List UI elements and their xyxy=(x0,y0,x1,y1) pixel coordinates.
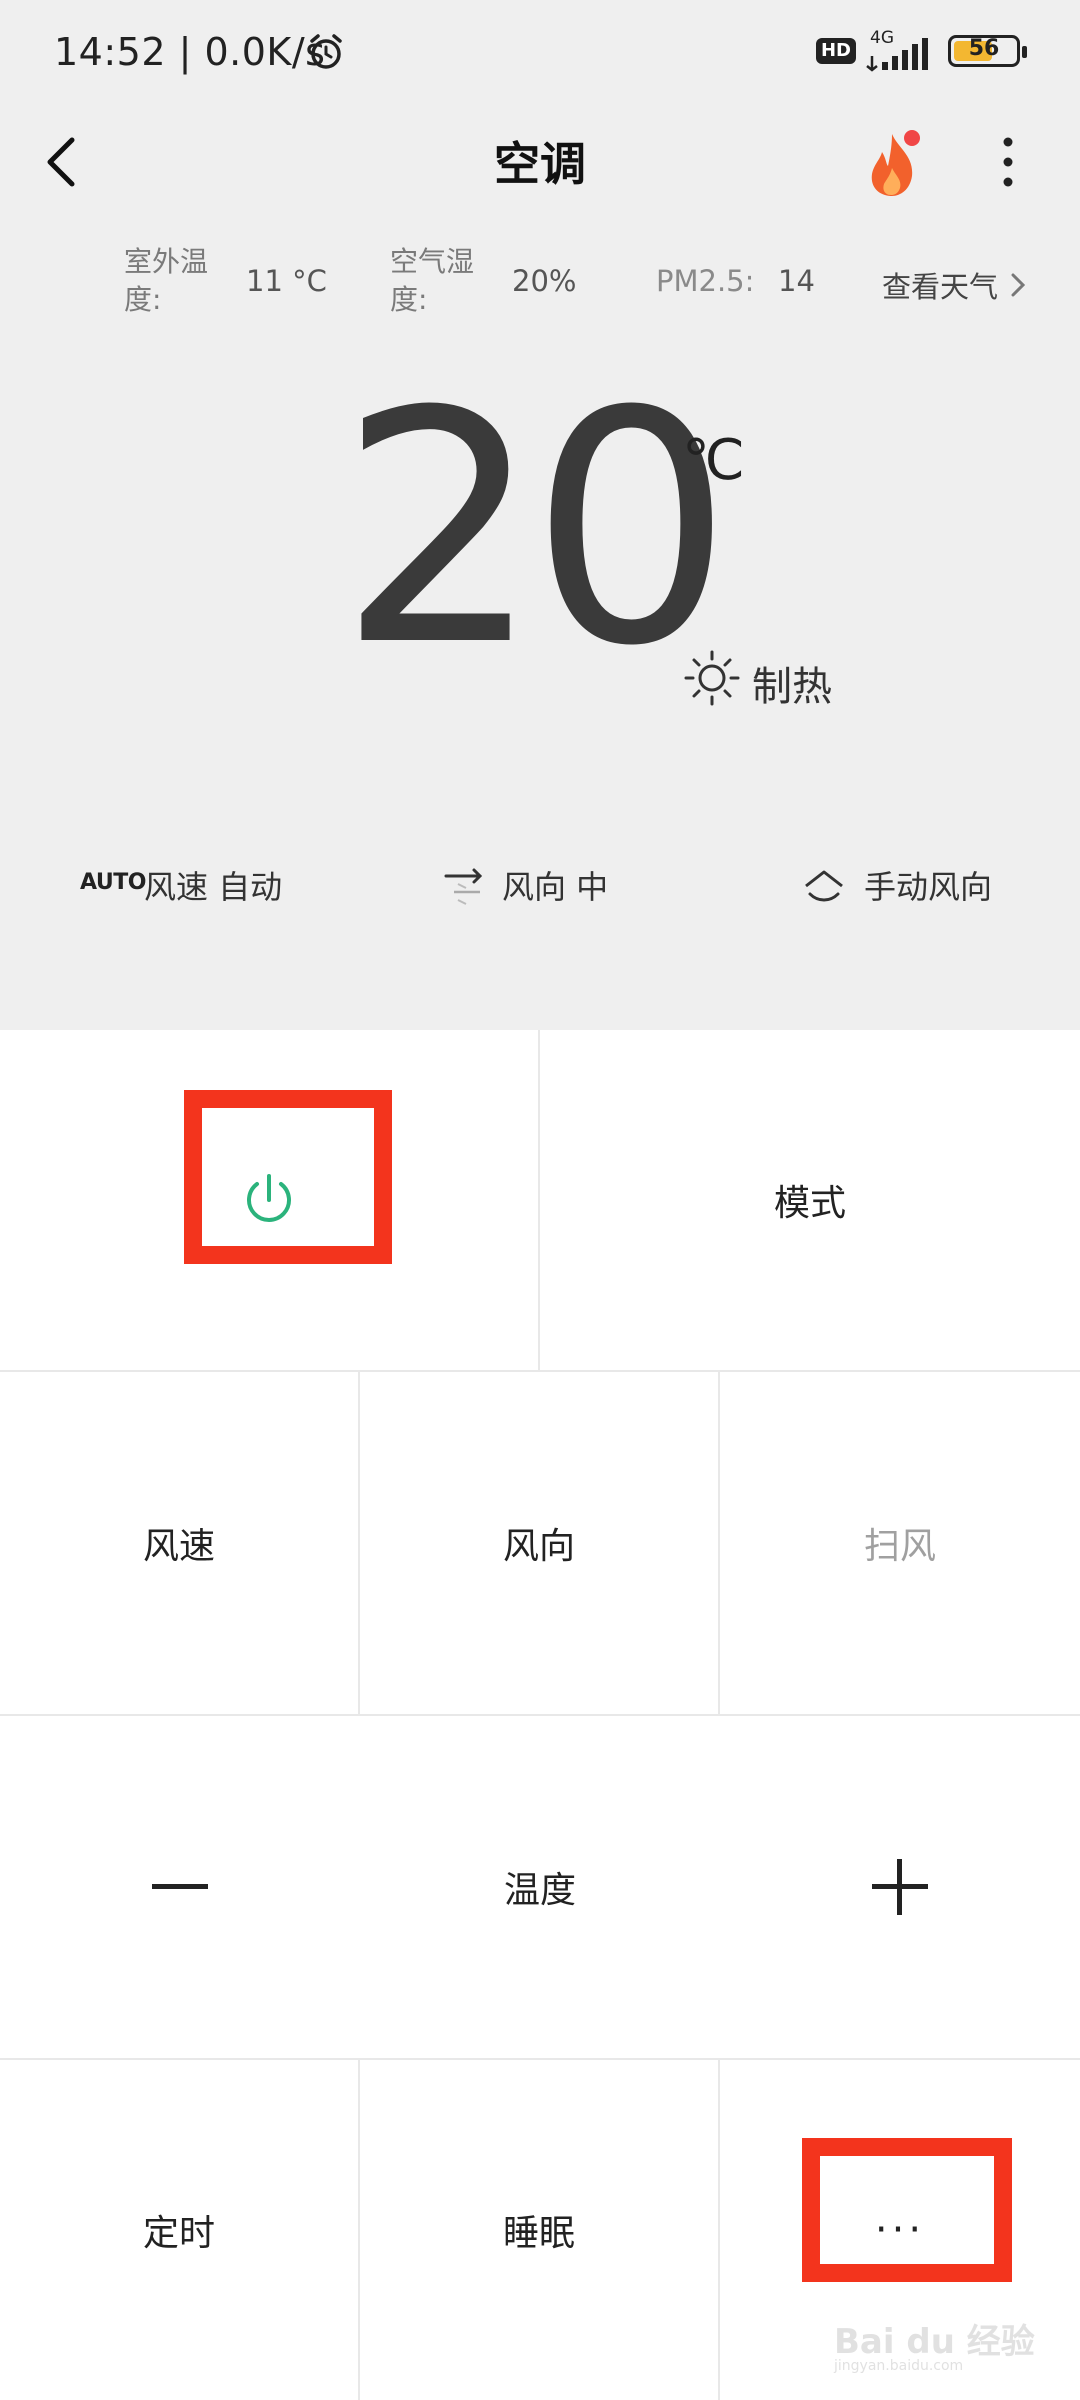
swing-label: 扫风 xyxy=(863,1526,936,1567)
mode-button[interactable]: 模式 xyxy=(540,1030,1080,1372)
view-weather-link[interactable]: 查看天气 xyxy=(882,264,998,306)
status-indicators: HD 4G 56 xyxy=(815,28,1027,72)
temperature-label: 温度 xyxy=(503,1870,576,1911)
timer-button[interactable]: 定时 xyxy=(0,2060,360,2400)
weather-row: 室外温 度: 11 °C 空气湿 度: 20% PM2.5: 14 查看天气 xyxy=(0,244,1080,324)
manual-direction-status: 手动风向 xyxy=(864,868,993,906)
pm25-label: PM2.5: xyxy=(656,264,755,298)
sleep-label: 睡眠 xyxy=(502,2213,575,2254)
timer-label: 定时 xyxy=(142,2213,215,2254)
highlight-box-more xyxy=(802,2138,1012,2282)
temp-increase-button[interactable] xyxy=(720,1716,1080,2060)
manual-direction-icon xyxy=(805,870,843,902)
auto-badge: AUTO xyxy=(80,870,146,895)
mode-label: 制热 xyxy=(752,664,832,710)
direction-label: 风向 xyxy=(502,1526,575,1567)
sun-icon xyxy=(684,650,740,706)
status-row: AUTO 风速 自动 风向 中 手动风向 xyxy=(0,860,1080,914)
chevron-right-icon[interactable] xyxy=(1008,270,1028,300)
battery-level: 56 xyxy=(968,36,1000,61)
humidity-value: 20% xyxy=(512,264,577,298)
status-time: 14:52 | 0.0K/s xyxy=(54,30,326,74)
temperature-unit: ℃ xyxy=(682,428,745,493)
mode-button-label: 模式 xyxy=(773,1183,846,1224)
wind-direction-icon xyxy=(444,868,483,905)
fan-speed-label: 风速 xyxy=(142,1526,215,1567)
humidity-label-1: 空气湿 xyxy=(390,245,475,278)
control-grid: 模式 风速 风向 扫风 温度 定时 睡眠 ··· Bai du 经验 jingy… xyxy=(0,1030,1080,2400)
notification-dot xyxy=(904,130,920,146)
temp-decrease-button[interactable] xyxy=(0,1716,360,2060)
status-bar: 14:52 | 0.0K/s HD 4G 56 xyxy=(0,0,1080,104)
hd-badge: HD xyxy=(815,38,856,64)
direction-button[interactable]: 风向 xyxy=(360,1372,720,1716)
fan-speed-button[interactable]: 风速 xyxy=(0,1372,360,1716)
pm25-value: 14 xyxy=(778,264,815,298)
minus-icon xyxy=(152,1884,208,1889)
wind-direction-status: 风向 中 xyxy=(502,868,609,906)
swing-button[interactable]: 扫风 xyxy=(720,1372,1080,1716)
highlight-box-power xyxy=(184,1090,392,1264)
outdoor-temp-label-1: 室外温 xyxy=(124,245,209,278)
outdoor-temp-value: 11 °C xyxy=(246,264,327,298)
more-vertical-icon[interactable] xyxy=(990,134,1026,190)
sleep-button[interactable]: 睡眠 xyxy=(360,2060,720,2400)
outdoor-temp-label-2: 度: xyxy=(124,283,162,316)
signal-icon: 4G xyxy=(866,28,938,72)
plus-icon xyxy=(872,1859,928,1915)
alarm-icon xyxy=(310,34,342,69)
humidity-label-2: 度: xyxy=(390,283,428,316)
header-panel: 14:52 | 0.0K/s HD 4G 56 空调 室外温 度: 11 °C … xyxy=(0,0,1080,1030)
temperature-value: 20 xyxy=(338,344,733,716)
fan-speed-status: 风速 自动 xyxy=(144,868,283,906)
watermark-subtext: jingyan.baidu.com xyxy=(834,2358,964,2374)
watermark-logo: Bai du 经验 jingyan.baidu.com xyxy=(824,2266,1044,2376)
watermark-text: Bai du 经验 xyxy=(834,2322,1035,2362)
temperature-label-cell: 温度 xyxy=(360,1716,720,2060)
battery-icon: 56 xyxy=(948,35,1027,67)
